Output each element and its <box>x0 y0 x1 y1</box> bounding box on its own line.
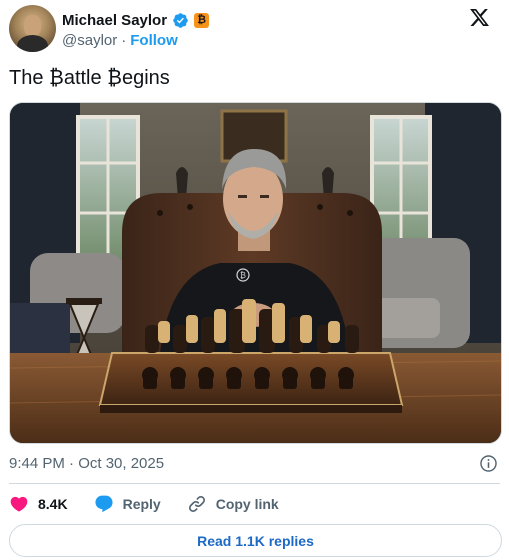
tweet-actions: 8.4K Reply Copy link <box>9 493 305 515</box>
verified-badge-icon <box>173 12 188 28</box>
like-button[interactable]: 8.4K <box>9 494 68 514</box>
bitcoin-badge-icon: ₿ <box>194 12 210 28</box>
speech-bubble-icon <box>95 495 113 513</box>
chess-scene-illustration: ₿ <box>10 103 501 443</box>
x-logo-icon[interactable] <box>468 7 491 28</box>
copy-link-button[interactable]: Copy link <box>187 494 279 514</box>
tweet-text: The ₿attle ₿egins <box>9 67 170 89</box>
reply-button[interactable]: Reply <box>94 494 161 514</box>
author-handle-row: @saylor · Follow <box>62 32 178 49</box>
reply-label: Reply <box>122 496 161 512</box>
author-handle[interactable]: @saylor <box>62 32 117 49</box>
tweet-embed: Michael Saylor ₿ @saylor · Follow The ₿a… <box>0 0 509 560</box>
follow-button[interactable]: Follow <box>130 32 178 49</box>
handle-separator: · <box>121 32 127 49</box>
avatar-face <box>24 15 41 37</box>
chest-bitcoin-logo: ₿ <box>240 271 246 280</box>
link-icon <box>188 495 205 513</box>
copy-link-label: Copy link <box>215 496 279 512</box>
tweet-media-image[interactable]: ₿ <box>9 102 502 444</box>
avatar[interactable] <box>9 5 56 52</box>
like-count: 8.4K <box>38 496 68 512</box>
avatar-body <box>17 35 48 52</box>
tweet-timestamp[interactable]: 9:44 PM · Oct 30, 2025 <box>9 455 164 472</box>
author-name-row: Michael Saylor ₿ <box>62 10 210 30</box>
info-icon[interactable] <box>479 454 498 473</box>
author-name[interactable]: Michael Saylor <box>62 12 167 29</box>
read-replies-button[interactable]: Read 1.1K replies <box>9 524 502 557</box>
heart-icon <box>10 496 28 512</box>
divider <box>9 483 500 484</box>
